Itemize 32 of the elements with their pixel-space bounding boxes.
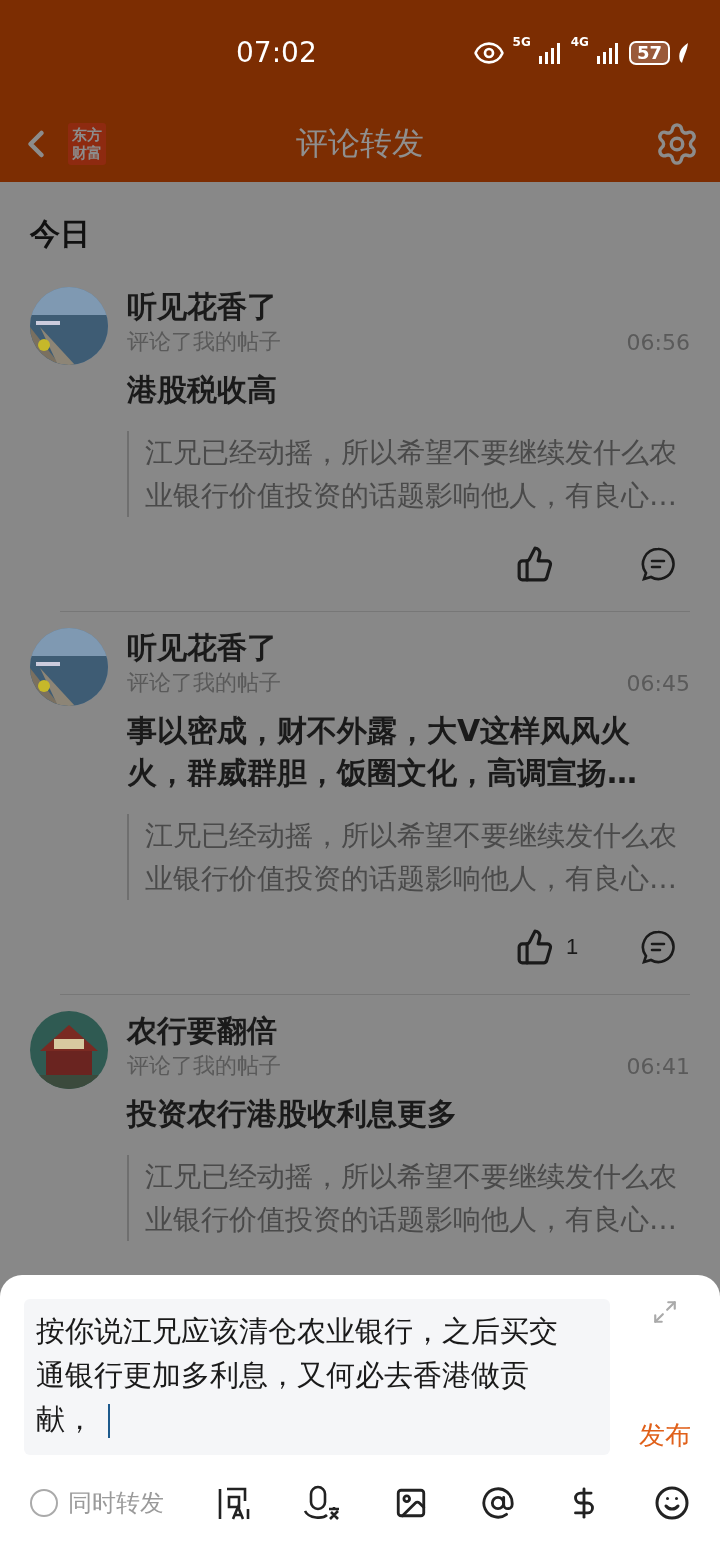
- signal-icon: [538, 41, 563, 64]
- battery-level: 57: [628, 40, 670, 65]
- signal-icon: [596, 41, 621, 64]
- comment-text[interactable]: 港股税收高: [127, 369, 690, 411]
- page-title: 评论转发: [296, 122, 424, 164]
- logo-text: 财富: [72, 143, 102, 162]
- like-button[interactable]: 1: [516, 928, 606, 966]
- reply-input[interactable]: 按你说江兄应该清仓农业银行，之后买交通银行更加多利息，又何必去香港做贡献，: [24, 1299, 610, 1455]
- user-name[interactable]: 听见花香了: [127, 287, 690, 327]
- thumbs-up-icon: [516, 545, 554, 583]
- network-label: 4G: [570, 34, 589, 49]
- status-time: 07:02: [236, 36, 317, 69]
- network-label: 5G: [512, 34, 531, 49]
- emoji-icon[interactable]: [653, 1485, 690, 1521]
- publish-button[interactable]: 发布: [639, 1418, 691, 1453]
- quoted-post[interactable]: 江兄已经动摇，所以希望不要继续发什么农业银行价值投资的话题影响他人，有良心…: [127, 814, 690, 900]
- quoted-post[interactable]: 江兄已经动摇，所以希望不要继续发什么农业银行价值投资的话题影响他人，有良心…: [127, 1155, 690, 1241]
- user-name[interactable]: 听见花香了: [127, 628, 690, 668]
- comment-button[interactable]: [640, 546, 676, 582]
- comment-text[interactable]: 投资农行港股收利息更多: [127, 1093, 690, 1135]
- user-name[interactable]: 农行要翻倍: [127, 1011, 690, 1051]
- thumbs-up-icon: [516, 928, 554, 966]
- ai-ask-icon[interactable]: [216, 1485, 251, 1521]
- quoted-post[interactable]: 江兄已经动摇，所以希望不要继续发什么农业银行价值投资的话题影响他人，有良心…: [127, 431, 690, 517]
- repost-checkbox[interactable]: 同时转发: [24, 1487, 164, 1519]
- logo-text: 东方: [72, 125, 102, 144]
- voice-text-icon[interactable]: [303, 1485, 342, 1521]
- mention-icon[interactable]: [480, 1486, 515, 1520]
- comment-text[interactable]: 事以密成，财不外露，大V这样风风火火，群威群胆，饭圈文化，高调宣扬…: [127, 710, 690, 794]
- leaf-icon: [678, 42, 690, 63]
- section-heading: 今日: [30, 215, 91, 253]
- comment-button[interactable]: [640, 929, 676, 965]
